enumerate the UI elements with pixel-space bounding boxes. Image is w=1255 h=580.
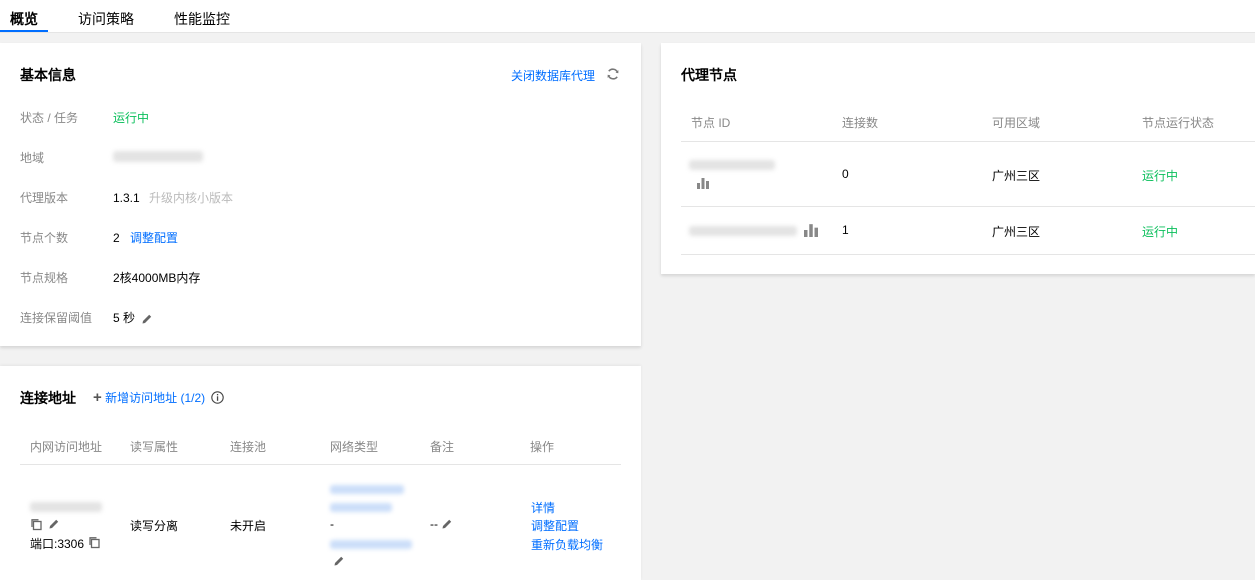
proxy-nodes-card: 代理节点 节点 ID 连接数 可用区域 节点运行状态 0 广州三区 运行中 1 …: [661, 43, 1255, 274]
upgrade-kernel-link[interactable]: 升级内核小版本: [149, 191, 233, 205]
node-count-value: 2 调整配置: [113, 229, 178, 246]
node-id-redacted: [689, 159, 775, 173]
node-zone: 广州三区: [992, 225, 1041, 239]
bar-chart-icon[interactable]: [804, 223, 818, 237]
adjust-config-link[interactable]: 调整配置: [130, 231, 178, 245]
version-label: 代理版本: [20, 191, 69, 205]
rebalance-link[interactable]: 重新负载均衡: [531, 536, 603, 553]
version-number: 1.3.1: [113, 191, 140, 205]
edit-icon[interactable]: [441, 518, 453, 530]
keepalive-label: 连接保留阈值: [20, 311, 93, 325]
col-actions: 操作: [530, 440, 555, 454]
copy-icon[interactable]: [30, 518, 43, 531]
col-zone: 可用区域: [992, 116, 1041, 130]
add-access-address[interactable]: + 新增访问地址 (1/2): [93, 389, 225, 406]
connection-address-title: 连接地址: [20, 390, 76, 406]
status-label: 状态 / 任务: [20, 111, 79, 125]
active-tab-indicator: [0, 30, 48, 32]
region-value-redacted: [113, 151, 203, 165]
edit-icon[interactable]: [141, 313, 153, 325]
tab-access-policy[interactable]: 访问策略: [78, 9, 134, 29]
refresh-icon[interactable]: [606, 67, 620, 81]
rw-attribute-value: 读写分离: [130, 519, 179, 533]
connection-address-card: 连接地址 + 新增访问地址 (1/2) 内网访问地址 读写属性 连接池 网络类型…: [0, 366, 641, 580]
tab-overview[interactable]: 概览: [10, 9, 38, 29]
bar-chart-icon[interactable]: [697, 177, 709, 189]
info-icon[interactable]: [211, 391, 225, 404]
vpc-redacted[interactable]: [330, 483, 404, 497]
node-status: 运行中: [1142, 225, 1179, 239]
node-status: 运行中: [1142, 169, 1179, 183]
version-value: 1.3.1 升级内核小版本: [113, 189, 233, 206]
node-count-label: 节点个数: [20, 231, 69, 245]
tab-bar: 概览 访问策略 性能监控: [0, 0, 1255, 33]
port-value: 端口:3306: [30, 537, 85, 551]
table-header-divider: [20, 464, 621, 465]
region-label: 地域: [20, 151, 45, 165]
copy-icon[interactable]: [88, 536, 101, 549]
col-connection-pool: 连接池: [230, 440, 267, 454]
basic-info-title: 基本信息: [20, 67, 76, 83]
node-connections: 1: [842, 223, 849, 237]
internal-address-redacted: [30, 501, 102, 515]
proxy-nodes-title: 代理节点: [681, 67, 737, 83]
col-internal-address: 内网访问地址: [30, 440, 103, 454]
edit-icon[interactable]: [48, 518, 60, 530]
node-count-number: 2: [113, 231, 120, 245]
node-id-redacted: [689, 225, 797, 239]
details-link[interactable]: 详情: [531, 499, 555, 516]
node-spec-value: 2核4000MB内存: [113, 271, 201, 285]
remark-value: --: [430, 517, 438, 531]
col-node-status: 节点运行状态: [1142, 116, 1215, 130]
col-remark: 备注: [430, 440, 455, 454]
col-rw-attribute: 读写属性: [130, 440, 179, 454]
table-header-divider: [681, 141, 1255, 142]
basic-info-card: 基本信息 关闭数据库代理 状态 / 任务 运行中 地域 代理版本 1.3.1 升…: [0, 43, 641, 346]
adjust-config-action-link[interactable]: 调整配置: [531, 517, 579, 534]
col-connections: 连接数: [842, 116, 879, 130]
node-connections: 0: [842, 167, 849, 181]
vpc-redacted[interactable]: [330, 501, 392, 515]
tab-performance-monitoring[interactable]: 性能监控: [174, 9, 230, 29]
plus-icon: +: [93, 389, 102, 406]
col-network-type: 网络类型: [330, 440, 379, 454]
row-divider: [681, 206, 1255, 207]
node-zone: 广州三区: [992, 169, 1041, 183]
keepalive-value: 5 秒: [113, 309, 153, 326]
add-access-address-label[interactable]: 新增访问地址 (1/2): [105, 391, 205, 405]
network-dash: -: [330, 517, 334, 531]
connection-pool-value: 未开启: [230, 519, 267, 533]
node-spec-label: 节点规格: [20, 271, 69, 285]
subnet-redacted[interactable]: [330, 538, 412, 552]
row-divider: [681, 254, 1255, 255]
keepalive-number: 5 秒: [113, 311, 136, 325]
edit-icon[interactable]: [333, 555, 345, 567]
close-proxy-link[interactable]: 关闭数据库代理: [511, 67, 595, 84]
status-value: 运行中: [113, 111, 150, 125]
col-node-id: 节点 ID: [691, 116, 731, 130]
